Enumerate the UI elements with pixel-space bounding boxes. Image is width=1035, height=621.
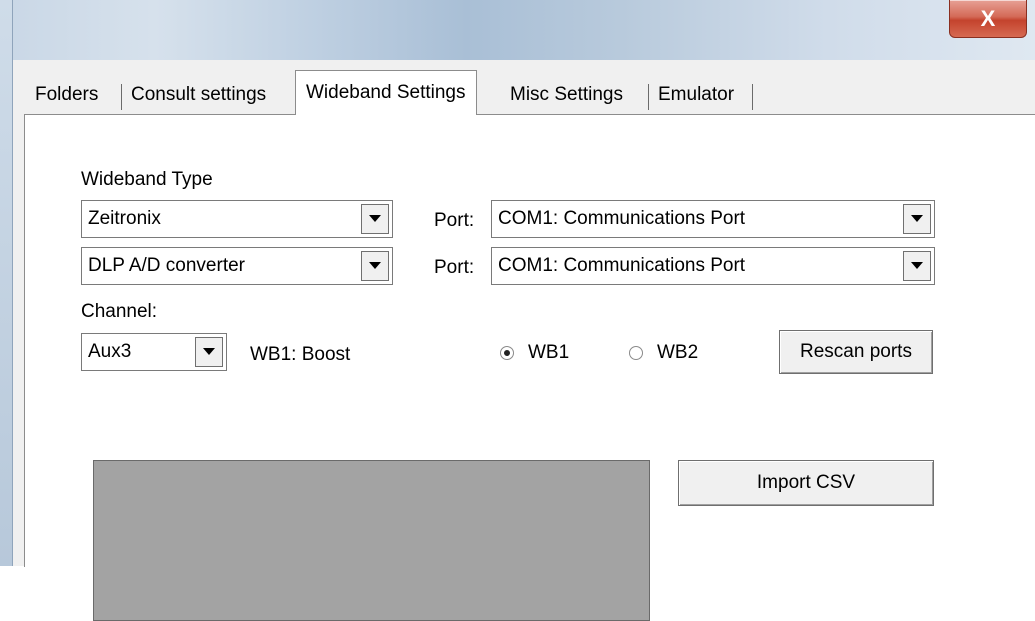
wideband-type-label: Wideband Type [81,169,213,190]
chevron-down-icon[interactable] [195,337,223,367]
tab-folders[interactable]: Folders [35,78,98,112]
tab-separator [752,84,753,110]
wideband-type-value: Zeitronix [88,208,161,229]
port1-value: COM1: Communications Port [498,208,746,229]
converter-value: DLP A/D converter [88,255,246,276]
chevron-down-icon[interactable] [903,204,931,234]
window-frame-left [0,0,13,566]
radio-indicator[interactable] [500,346,514,360]
tab-separator [121,84,122,110]
import-csv-button[interactable]: Import CSV [678,460,934,506]
wideband-settings-panel: Wideband Type Zeitronix DLP A/D converte… [24,114,1035,621]
import-csv-label: Import CSV [756,472,856,493]
close-button[interactable]: X [949,0,1027,38]
rescan-ports-button[interactable]: Rescan ports [779,330,933,374]
port1-dropdown[interactable]: COM1: Communications Port [491,200,935,238]
port2-value: COM1: Communications Port [498,255,746,276]
channel-value: Aux3 [88,341,132,362]
converter-dropdown[interactable]: DLP A/D converter [81,247,393,285]
port-label: Port: [434,210,475,231]
port-label: Port: [434,257,475,278]
radio-wb2-label: WB2 [657,342,699,363]
tab-separator [648,84,649,110]
radio-indicator[interactable] [629,346,643,360]
tab-wideband-settings[interactable]: Wideband Settings [295,70,477,115]
port2-dropdown[interactable]: COM1: Communications Port [491,247,935,285]
tab-label: Folders [35,84,99,105]
channel-label: Channel: [81,301,158,322]
preview-panel [93,460,650,621]
tab-label: Misc Settings [510,84,623,105]
title-bar[interactable] [0,0,1035,61]
settings-window: Folders Consult settings Wideband Settin… [13,60,1035,621]
tab-label: Wideband Settings [306,82,466,103]
close-icon: X [980,5,996,31]
wideband-type-dropdown[interactable]: Zeitronix [81,200,393,238]
rescan-ports-label: Rescan ports [800,341,912,362]
tab-consult-settings[interactable]: Consult settings [131,78,266,112]
radio-wb1-label: WB1 [528,342,570,363]
radio-wb1[interactable]: WB1 [500,342,569,364]
wb1-status-text: WB1: Boost [250,344,351,365]
tab-label: Emulator [658,84,735,105]
chevron-down-icon[interactable] [903,251,931,281]
tab-emulator[interactable]: Emulator [658,78,734,112]
radio-wb2[interactable]: WB2 [629,342,698,364]
tab-misc-settings[interactable]: Misc Settings [510,78,623,112]
channel-dropdown[interactable]: Aux3 [81,333,227,371]
chevron-down-icon[interactable] [361,204,389,234]
tab-label: Consult settings [131,84,267,105]
chevron-down-icon[interactable] [361,251,389,281]
